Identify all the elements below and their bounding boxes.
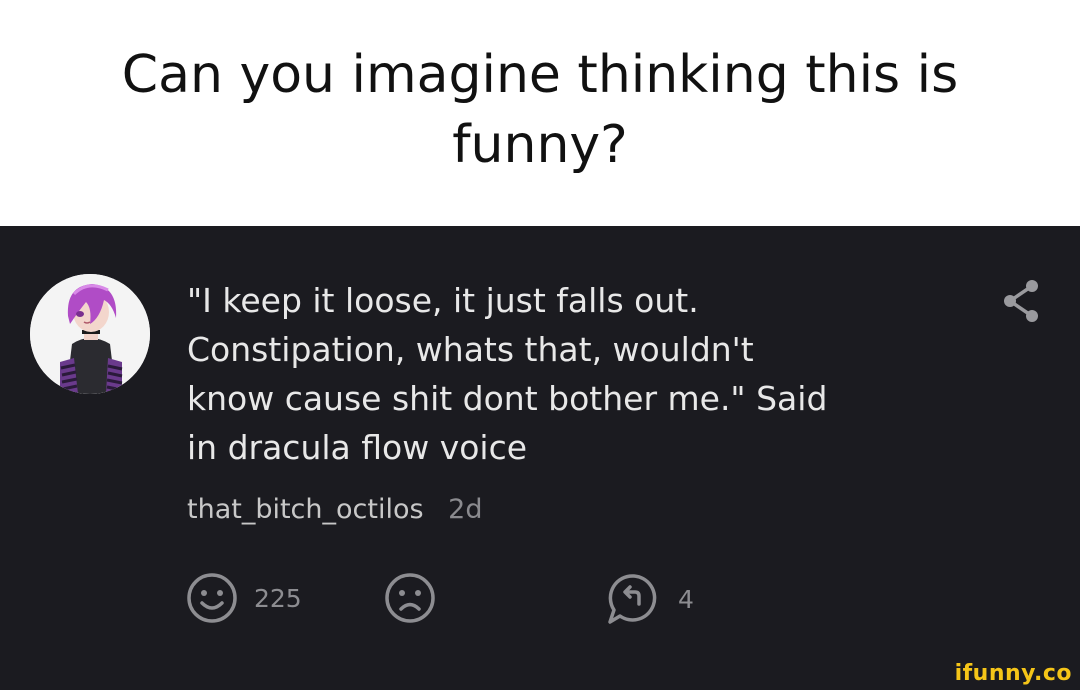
user-avatar[interactable] xyxy=(30,274,150,394)
comment-line-1: "I keep it loose, it just falls out. xyxy=(187,281,699,320)
reply-count: 4 xyxy=(678,584,694,614)
frown-icon xyxy=(385,573,435,623)
caption-line-2: funny? xyxy=(452,115,628,175)
comment-panel: "I keep it loose, it just falls out. Con… xyxy=(0,226,1080,690)
caption-text: Can you imagine thinking this is funny? xyxy=(60,40,1020,180)
unsmile-button[interactable] xyxy=(384,572,436,624)
comment-line-2: Constipation, whats that, wouldn't xyxy=(187,330,754,369)
timestamp: 2d xyxy=(448,494,483,525)
share-icon xyxy=(1004,280,1038,322)
comment-text: "I keep it loose, it just falls out. Con… xyxy=(187,276,947,472)
smile-icon xyxy=(187,573,237,623)
username[interactable]: that_bitch_octilos xyxy=(187,494,424,525)
smile-button[interactable]: 225 xyxy=(186,572,302,624)
smile-count: 225 xyxy=(254,583,302,613)
comment-meta: that_bitch_octilos 2d xyxy=(187,494,482,525)
comment-line-4: in dracula flow voice xyxy=(187,428,528,467)
share-button[interactable] xyxy=(1000,278,1042,324)
caption-line-1: Can you imagine thinking this is xyxy=(121,45,959,105)
comment-line-3: know cause shit dont bother me." Said xyxy=(187,379,828,418)
reply-button[interactable]: 4 xyxy=(606,572,694,626)
meme-caption: Can you imagine thinking this is funny? xyxy=(0,0,1080,226)
avatar-image xyxy=(30,274,150,394)
ifunny-watermark: ifunny.co xyxy=(954,661,1072,686)
reply-icon xyxy=(608,574,657,624)
